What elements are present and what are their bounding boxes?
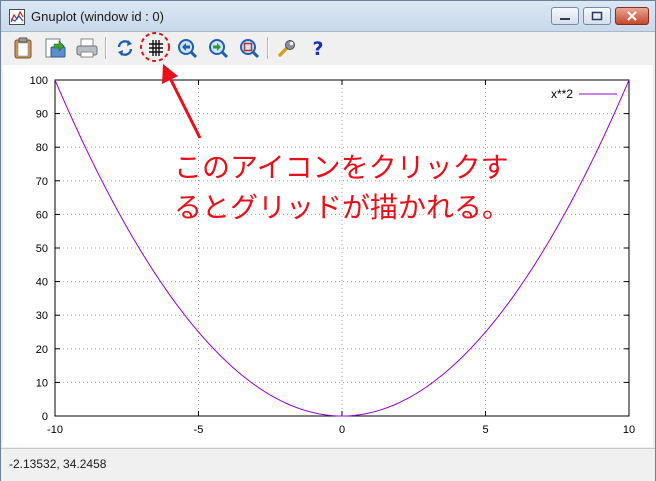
annotation-text-line-2: るとグリッドが描かれる。 bbox=[174, 191, 511, 224]
annotation-arrow bbox=[167, 75, 202, 139]
annotation-text-line-1: このアイコンをクリックす bbox=[174, 151, 509, 184]
grid-highlight-circle bbox=[140, 32, 170, 62]
annotation-overlay bbox=[140, 32, 202, 139]
